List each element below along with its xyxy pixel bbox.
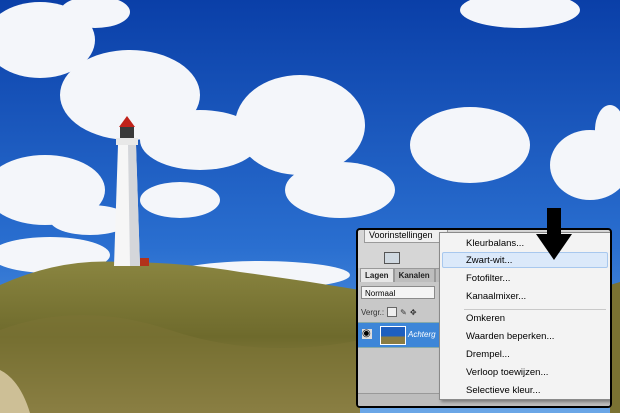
menu-item-omkeren[interactable]: Omkeren bbox=[466, 313, 505, 325]
lock-row: Vergr.: ✎ ✥ bbox=[361, 306, 417, 318]
layer-name: Achterg bbox=[408, 330, 436, 339]
lock-transparency-icon[interactable] bbox=[387, 307, 398, 317]
menu-item-verloop-toewijzen[interactable]: Verloop toewijzen... bbox=[466, 367, 548, 379]
brush-icon[interactable]: ✎ bbox=[400, 308, 407, 317]
move-icon[interactable]: ✥ bbox=[410, 308, 417, 317]
menu-item-kleurbalans[interactable]: Kleurbalans... bbox=[466, 238, 524, 250]
pointer-arrow-icon bbox=[536, 208, 572, 260]
menu-item-zwart-wit[interactable]: Zwart-wit... bbox=[466, 255, 512, 267]
menu-item-drempel[interactable]: Drempel... bbox=[466, 349, 510, 361]
layer-thumbnail bbox=[380, 326, 406, 345]
menu-item-selectieve-kleur[interactable]: Selectieve kleur... bbox=[466, 385, 540, 397]
menu-item-waarden-beperken[interactable]: Waarden beperken... bbox=[466, 331, 554, 343]
photoshop-panel: Voorinstellingen Lagen Kanalen P Normaal… bbox=[356, 228, 612, 408]
presets-dropdown[interactable]: Voorinstellingen bbox=[364, 230, 448, 243]
menu-item-fotofilter[interactable]: Fotofilter... bbox=[466, 273, 510, 285]
eye-icon[interactable]: ◉ bbox=[362, 329, 372, 339]
layer-row[interactable]: ◉ Achterg bbox=[358, 322, 442, 348]
tab-lagen[interactable]: Lagen bbox=[360, 268, 394, 282]
blend-mode-select[interactable]: Normaal bbox=[361, 286, 435, 299]
lock-label: Vergr.: bbox=[361, 307, 385, 317]
layers-panel: Lagen Kanalen P Normaal Vergr.: ✎ ✥ ◉ Ac… bbox=[358, 268, 451, 406]
panel-tabs: Lagen Kanalen P bbox=[360, 268, 451, 282]
tab-kanalen[interactable]: Kanalen bbox=[393, 268, 435, 282]
adjustment-menu: Kleurbalans... Zwart-wit... Fotofilter..… bbox=[439, 232, 610, 400]
menu-separator bbox=[464, 309, 606, 310]
adjustment-icon[interactable] bbox=[384, 252, 400, 264]
menu-item-kanaalmixer[interactable]: Kanaalmixer... bbox=[466, 291, 526, 303]
